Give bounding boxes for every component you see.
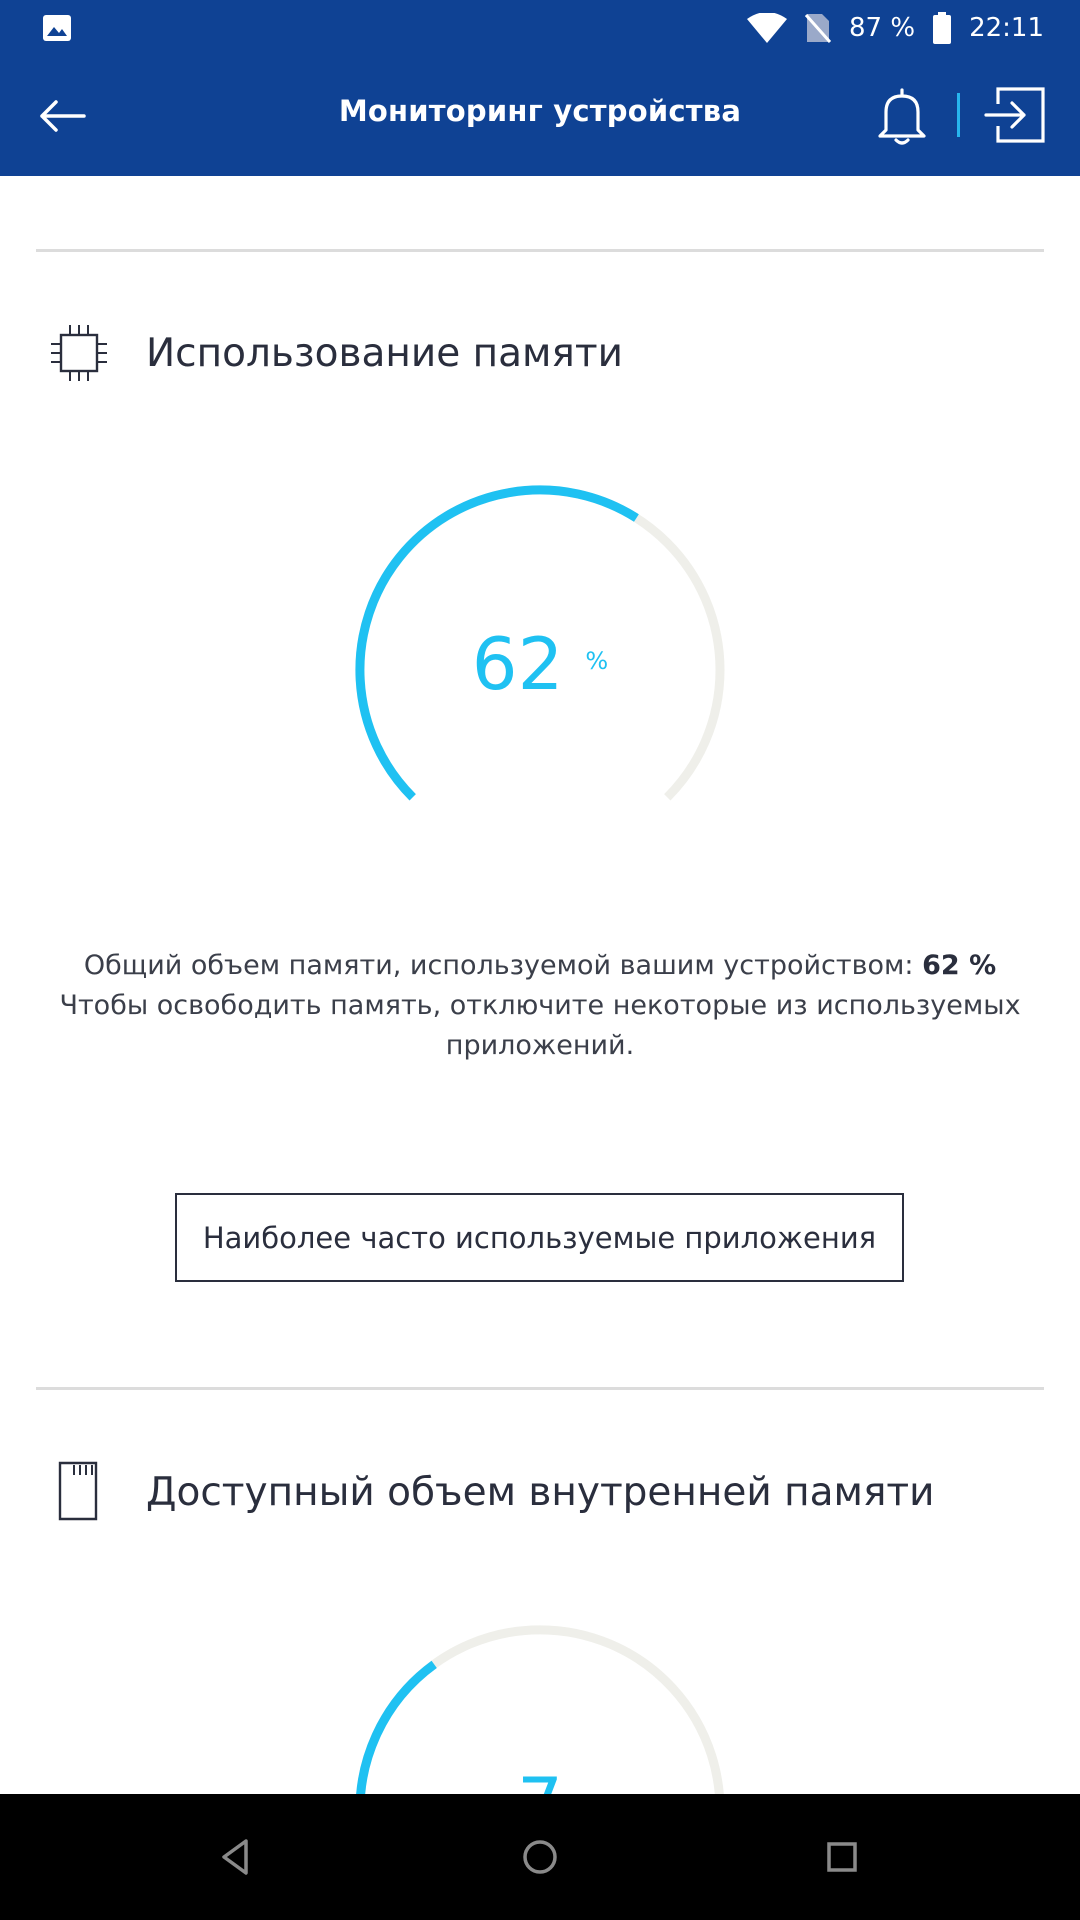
nav-recents-icon <box>827 1842 857 1872</box>
app-bar: Мониторинг устройства <box>0 56 1080 176</box>
section-divider-middle <box>36 1387 1044 1390</box>
battery-icon <box>933 12 952 44</box>
memory-description-after: Чтобы освободить память, отключите некот… <box>59 990 1021 1061</box>
storage-section-header: Доступный объем внутренней памяти <box>48 1461 935 1523</box>
memory-gauge-value: 62% <box>0 622 1080 706</box>
nav-recents-button[interactable] <box>814 1829 870 1885</box>
memory-description: Общий объем памяти, используемой вашим у… <box>40 946 1040 1066</box>
memory-gauge-unit: % <box>585 647 609 675</box>
status-bar: 87 % 22:11 <box>0 0 1080 56</box>
memory-description-value: 62 % <box>922 950 997 981</box>
storage-section-title: Доступный объем внутренней памяти <box>146 1469 935 1515</box>
section-divider-top <box>36 249 1044 252</box>
most-used-apps-button[interactable]: Наиболее часто используемые приложения <box>175 1193 904 1282</box>
no-sim-icon <box>805 14 831 43</box>
chip-icon <box>51 325 107 381</box>
memory-section-title: Использование памяти <box>146 330 623 376</box>
nav-back-button[interactable] <box>208 1829 264 1885</box>
notifications-bell-icon[interactable] <box>872 84 932 148</box>
memory-description-before: Общий объем памяти, используемой вашим у… <box>83 950 923 981</box>
battery-percent: 87 % <box>849 13 916 43</box>
nav-home-icon <box>523 1840 557 1874</box>
memory-section-header: Использование памяти <box>48 322 623 384</box>
screen: 87 % 22:11 Мониторинг устройства Использ… <box>0 0 1080 1920</box>
gallery-notification-icon <box>43 15 71 41</box>
appbar-separator <box>957 93 960 137</box>
memory-gauge-number: 62 <box>471 622 564 706</box>
wifi-icon <box>747 13 787 43</box>
nav-back-icon <box>222 1839 248 1875</box>
clock: 22:11 <box>969 13 1044 43</box>
system-navigation-bar <box>0 1794 1080 1920</box>
nav-home-button[interactable] <box>512 1829 568 1885</box>
logout-icon[interactable] <box>984 86 1046 144</box>
sd-card-icon <box>58 1461 98 1521</box>
